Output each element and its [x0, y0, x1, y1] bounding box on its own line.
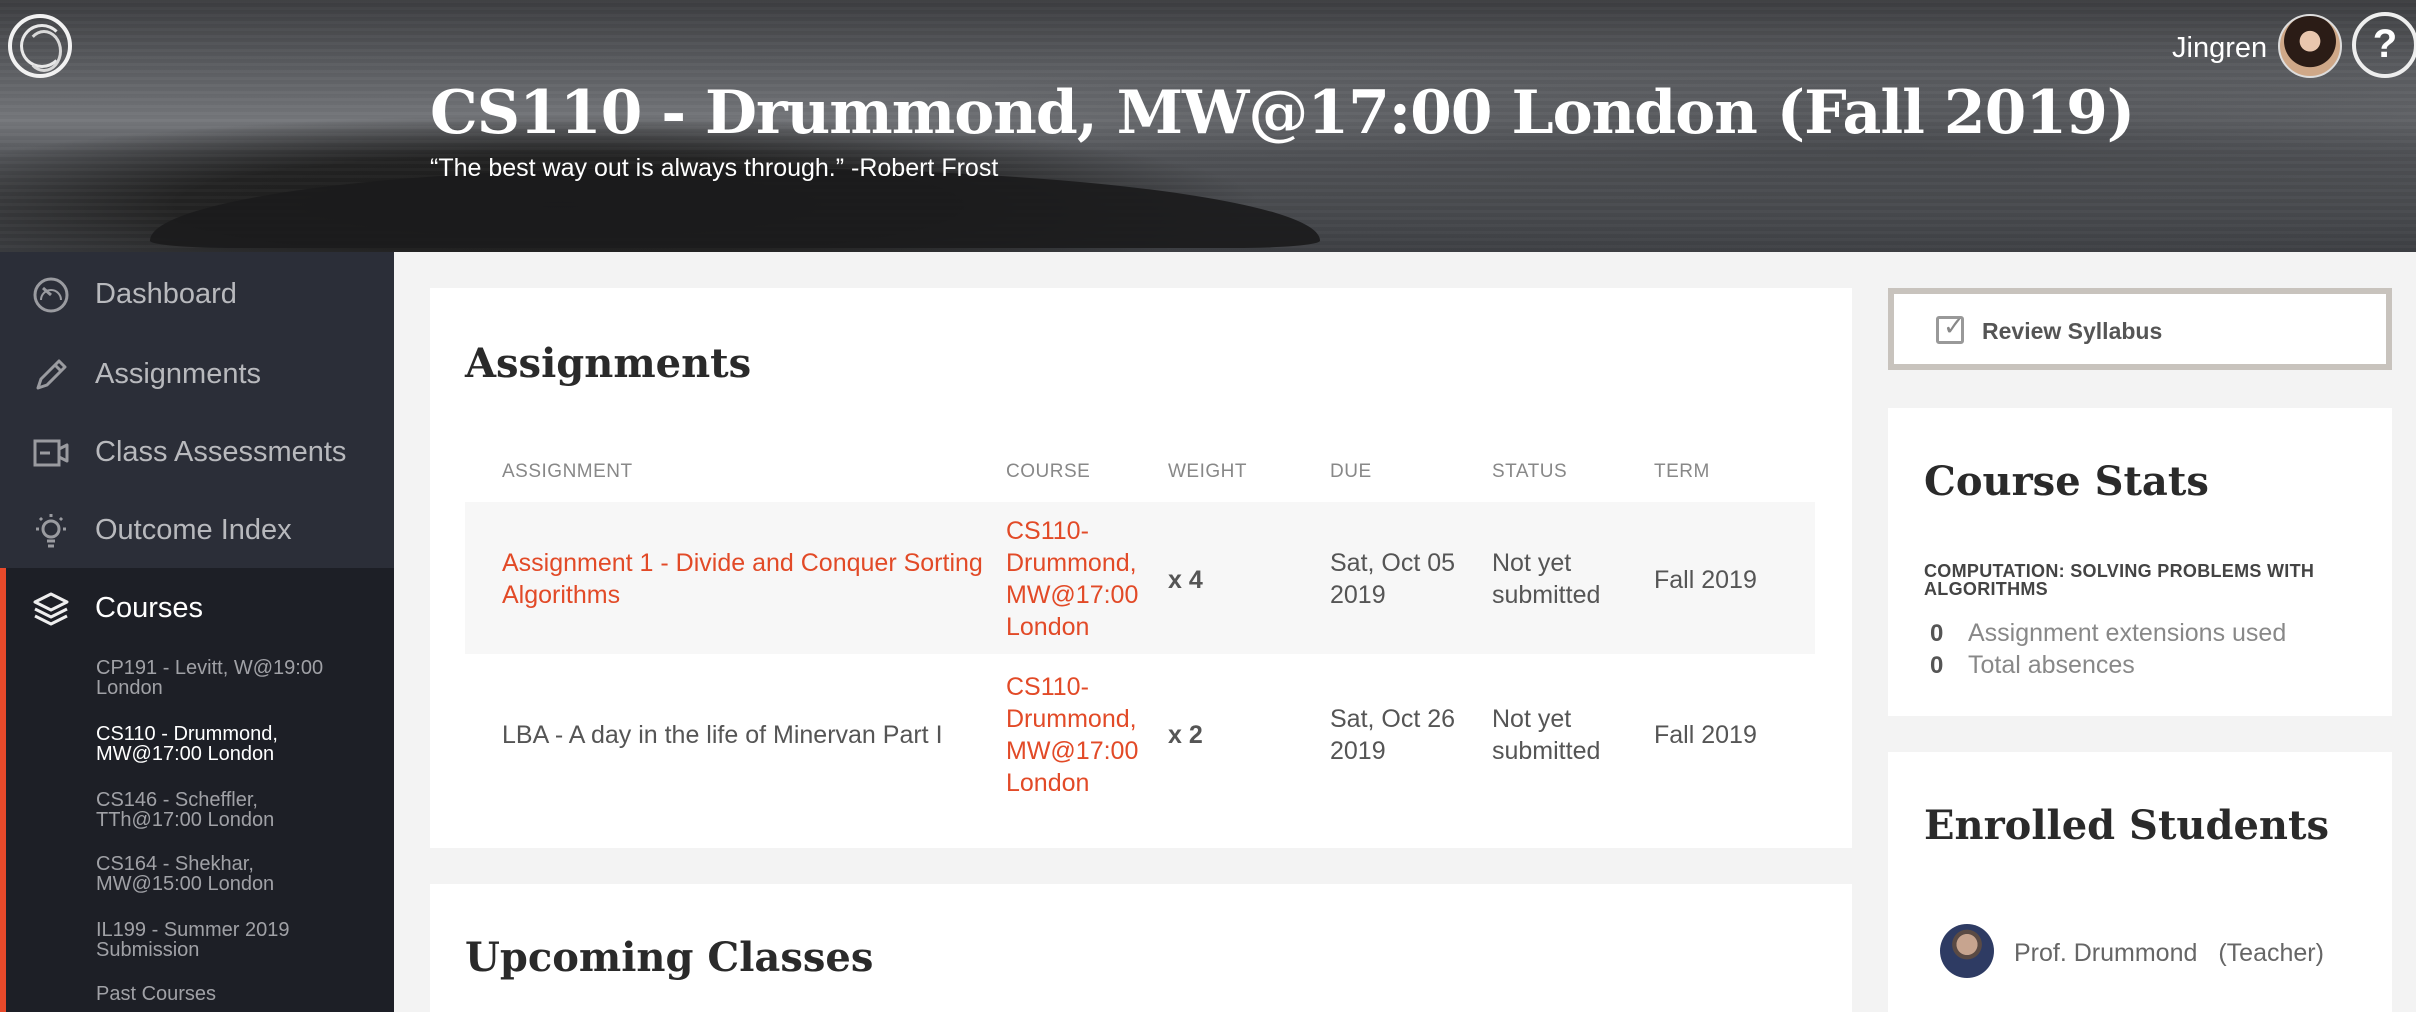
absences-count: 0	[1930, 652, 1944, 679]
column-header-weight: WEIGHT	[1168, 461, 1247, 482]
user-name[interactable]: Jingren	[2172, 32, 2267, 65]
assignment-term: Fall 2019	[1654, 566, 1757, 594]
sidebar: Dashboard Assignments Class Assessments …	[0, 252, 394, 1012]
sidebar-course-cs110[interactable]: CS110 - Drummond, MW@17:00 London	[96, 724, 356, 764]
sidebar-item-label: Assignments	[95, 358, 262, 390]
sidebar-past-courses[interactable]: Past Courses	[96, 984, 356, 1004]
column-header-due: DUE	[1330, 461, 1372, 482]
layers-icon	[32, 590, 70, 628]
assignment-weight: x 4	[1168, 566, 1203, 594]
sidebar-item-dashboard[interactable]: Dashboard	[0, 256, 394, 334]
column-header-term: TERM	[1654, 461, 1710, 482]
lightbulb-icon	[32, 512, 70, 550]
column-header-assignment: ASSIGNMENT	[502, 461, 633, 482]
teacher-role: (Teacher)	[2218, 939, 2324, 967]
help-button[interactable]: ?	[2352, 12, 2416, 78]
course-quote: “The best way out is always through.” -R…	[430, 154, 999, 182]
page-title: CS110 - Drummond, MW@17:00 London (Fall …	[430, 78, 2135, 148]
sidebar-item-label: Class Assessments	[95, 436, 347, 468]
column-header-course: COURSE	[1006, 461, 1091, 482]
sidebar-item-label: Dashboard	[95, 278, 237, 310]
upcoming-classes-title: Upcoming Classes	[465, 934, 874, 981]
assignment-status: Not yet submitted	[1492, 549, 1601, 609]
review-syllabus-label: Review Syllabus	[1982, 318, 2163, 344]
sidebar-item-class-assessments[interactable]: Class Assessments	[0, 414, 394, 492]
dashboard-gauge-icon	[32, 276, 70, 314]
teacher-entry[interactable]: Prof. Drummond (Teacher)	[2014, 939, 2324, 968]
user-avatar[interactable]	[2278, 14, 2342, 78]
absences-label: Total absences	[1968, 651, 2135, 679]
enrolled-students-title: Enrolled Students	[1924, 802, 2329, 849]
extensions-count: 0	[1930, 620, 1944, 647]
assignment-weight: x 2	[1168, 721, 1203, 749]
extensions-label: Assignment extensions used	[1968, 619, 2287, 647]
assignment-due-date: Sat, Oct 05 2019	[1330, 549, 1456, 609]
course-link[interactable]: CS110-Drummond, MW@17:00 London	[1006, 515, 1146, 643]
sidebar-course-il199[interactable]: IL199 - Summer 2019 Submission	[96, 920, 356, 960]
course-stats-title: Course Stats	[1924, 458, 2209, 505]
course-link[interactable]: CS110-Drummond, MW@17:00 London	[1006, 671, 1146, 799]
column-header-status: STATUS	[1492, 461, 1568, 482]
teacher-name: Prof. Drummond	[2014, 939, 2198, 967]
assignment-term: Fall 2019	[1654, 721, 1757, 749]
minerva-logo-icon[interactable]	[8, 14, 72, 78]
sidebar-item-outcome-index[interactable]: Outcome Index	[0, 492, 394, 570]
assignment-due-date: Sat, Oct 26 2019	[1330, 705, 1456, 765]
course-subject: COMPUTATION: SOLVING PROBLEMS WITH ALGOR…	[1924, 561, 2315, 599]
review-syllabus-button[interactable]: Review Syllabus	[1888, 288, 2392, 370]
assignment-link[interactable]: Assignment 1 - Divide and Conquer Sortin…	[502, 547, 992, 611]
sidebar-course-cs146[interactable]: CS146 - Scheffler, TTh@17:00 London	[96, 790, 356, 830]
assignment-title[interactable]: LBA - A day in the life of Minervan Part…	[502, 719, 992, 751]
course-header-banner: CS110 - Drummond, MW@17:00 London (Fall …	[0, 0, 2416, 252]
assignments-title: Assignments	[465, 340, 752, 387]
checkbox-edit-icon	[1936, 311, 1965, 344]
assignment-status: Not yet submitted	[1492, 705, 1601, 765]
pencil-icon	[32, 356, 70, 394]
sidebar-item-assignments[interactable]: Assignments	[0, 336, 394, 414]
sidebar-item-courses[interactable]: Courses	[0, 570, 394, 648]
teacher-avatar[interactable]	[1940, 924, 1994, 978]
sidebar-course-cs164[interactable]: CS164 - Shekhar, MW@15:00 London	[96, 854, 356, 894]
sidebar-item-label: Courses	[95, 592, 203, 624]
sidebar-item-label: Outcome Index	[95, 514, 292, 546]
sidebar-course-cp191[interactable]: CP191 - Levitt, W@19:00 London	[96, 658, 356, 698]
assessment-icon	[32, 434, 70, 472]
